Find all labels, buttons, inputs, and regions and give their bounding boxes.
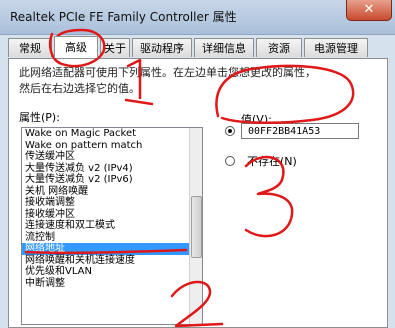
list-item[interactable]: 接收端调整 (22, 197, 202, 209)
description-line-2: 然后在右边选择它的值。 (19, 82, 140, 95)
list-item[interactable]: 优先级和VLAN (22, 266, 202, 278)
list-item[interactable]: Wake on Magic Packet (22, 128, 202, 140)
tab-advanced[interactable]: 高级 (54, 36, 98, 58)
value-input[interactable]: 00FF2BB41A53 (241, 123, 359, 139)
description-line-1: 此网络适配器可使用下列属性。在左边单击您想更改的属性， (19, 66, 316, 79)
list-item[interactable]: 接收缓冲区 (22, 209, 202, 221)
list-item-selected[interactable]: 网络地址 (22, 243, 202, 255)
tab-strip: 常规 高级 关于 驱动程序 详细信息 资源 电源管理 (8, 36, 388, 58)
window-title: Realtek PCIe FE Family Controller 属性 (10, 10, 237, 24)
value-radio[interactable] (225, 126, 235, 136)
close-button[interactable]: ✕ (346, 0, 392, 21)
scroll-thumb[interactable] (191, 196, 202, 258)
list-item[interactable]: 大量传送减负 v2 (IPv6) (22, 174, 202, 186)
list-item[interactable]: 中断调整 (22, 278, 202, 290)
tab-about[interactable]: 关于 (100, 38, 130, 57)
close-icon: ✕ (363, 2, 375, 17)
not-present-label: 不存在(N) (247, 155, 297, 168)
list-item[interactable]: 网络唤醒和关机连接速度 (22, 255, 202, 267)
list-item[interactable]: 连接速度和双工模式 (22, 220, 202, 232)
not-present-radio[interactable] (225, 156, 235, 166)
list-item[interactable]: 流控制 (22, 232, 202, 244)
list-item[interactable]: 关机 网络唤醒 (22, 186, 202, 198)
tab-resources[interactable]: 资源 (256, 38, 302, 57)
tab-driver[interactable]: 驱动程序 (132, 38, 192, 57)
list-item[interactable]: Wake on pattern match (22, 140, 202, 152)
tab-details[interactable]: 详细信息 (194, 38, 254, 57)
tab-power-management[interactable]: 电源管理 (304, 38, 368, 57)
list-scrollbar[interactable] (189, 128, 202, 324)
description: 此网络适配器可使用下列属性。在左边单击您想更改的属性， 然后在右边选择它的值。 (19, 65, 359, 97)
list-item[interactable]: 传送缓冲区 (22, 151, 202, 163)
property-label: 属性(P): (19, 111, 60, 124)
property-list[interactable]: Wake on Magic Packet Wake on pattern mat… (21, 127, 203, 325)
advanced-panel: 此网络适配器可使用下列属性。在左边单击您想更改的属性， 然后在右边选择它的值。 … (8, 58, 388, 328)
list-item[interactable]: 大量传送减负 v2 (IPv4) (22, 163, 202, 175)
tab-general[interactable]: 常规 (8, 38, 52, 57)
title-bar: Realtek PCIe FE Family Controller 属性 ✕ (0, 0, 395, 35)
